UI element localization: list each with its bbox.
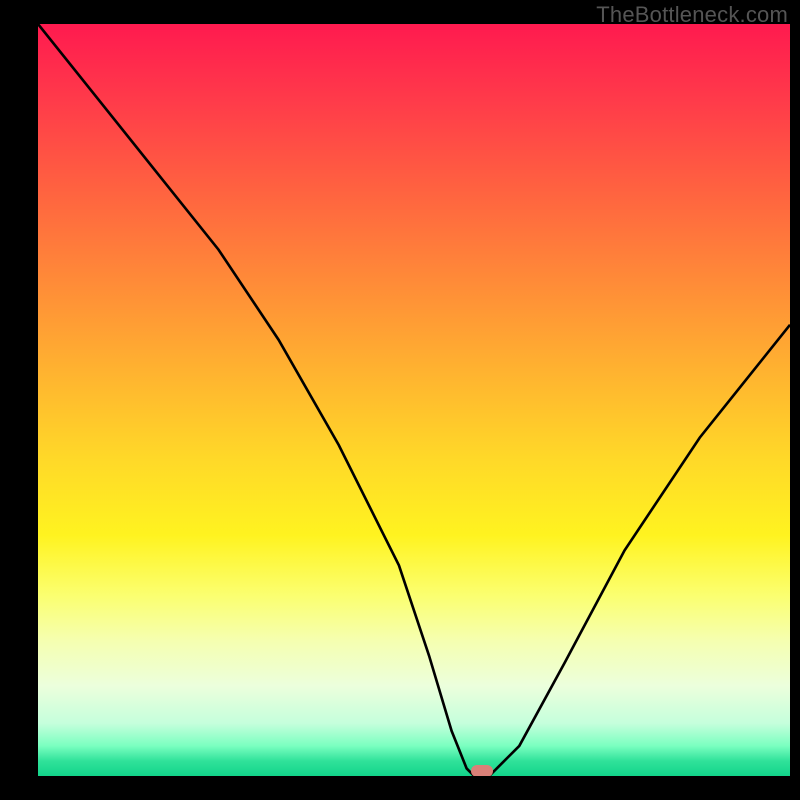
plot-area (38, 24, 790, 776)
optimal-marker (471, 765, 493, 776)
bottleneck-chart: TheBottleneck.com (0, 0, 800, 800)
curve-svg (38, 24, 790, 776)
bottleneck-curve-path (38, 24, 790, 776)
watermark-text: TheBottleneck.com (596, 2, 788, 28)
